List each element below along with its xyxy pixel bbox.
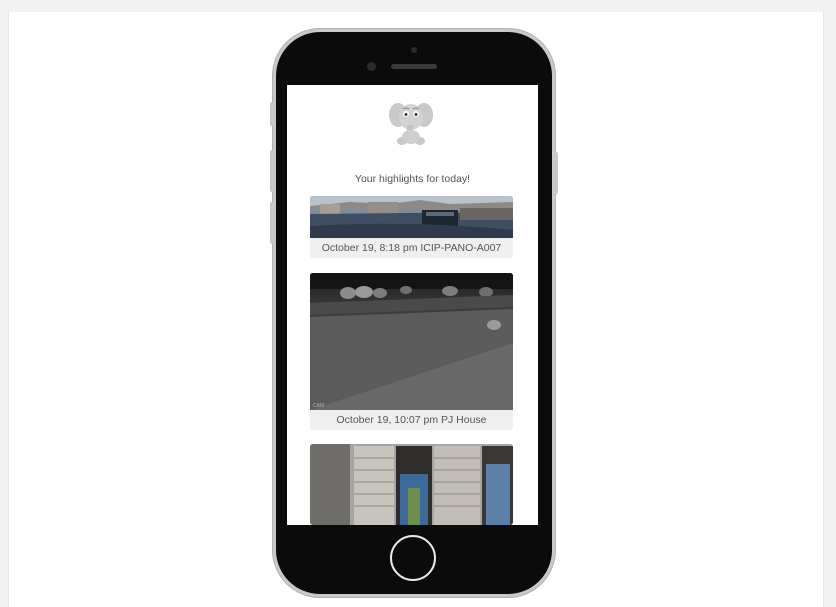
phone-mockup: Your highlights for today! October 19, 8…: [270, 32, 558, 594]
svg-text:CAM: CAM: [313, 403, 324, 409]
highlight-caption: October 19, 10:07 pm PJ House: [336, 414, 487, 426]
highlight-card[interactable]: [310, 444, 513, 525]
front-camera: [367, 62, 376, 71]
elephant-logo-icon: [389, 103, 433, 145]
camera-snapshot[interactable]: CAM: [310, 273, 513, 410]
mute-switch: [270, 102, 274, 126]
camera-snapshot[interactable]: [310, 196, 513, 238]
camera-snapshot[interactable]: [310, 444, 513, 525]
phone-screen: Your highlights for today! October 19, 8…: [287, 85, 538, 525]
highlight-caption: October 19, 8:18 pm ICIP-PANO-A007: [321, 242, 502, 254]
earpiece-speaker: [391, 64, 437, 69]
highlight-card[interactable]: CAM October 19, 10:07 pm PJ House: [310, 273, 513, 430]
volume-down-button: [270, 202, 274, 244]
proximity-sensor: [411, 47, 417, 53]
volume-up-button: [270, 150, 274, 192]
home-button[interactable]: [390, 535, 436, 581]
power-button: [554, 152, 558, 194]
highlight-card[interactable]: October 19, 8:18 pm ICIP-PANO-A007: [310, 196, 513, 258]
highlights-heading: Your highlights for today!: [354, 173, 471, 185]
